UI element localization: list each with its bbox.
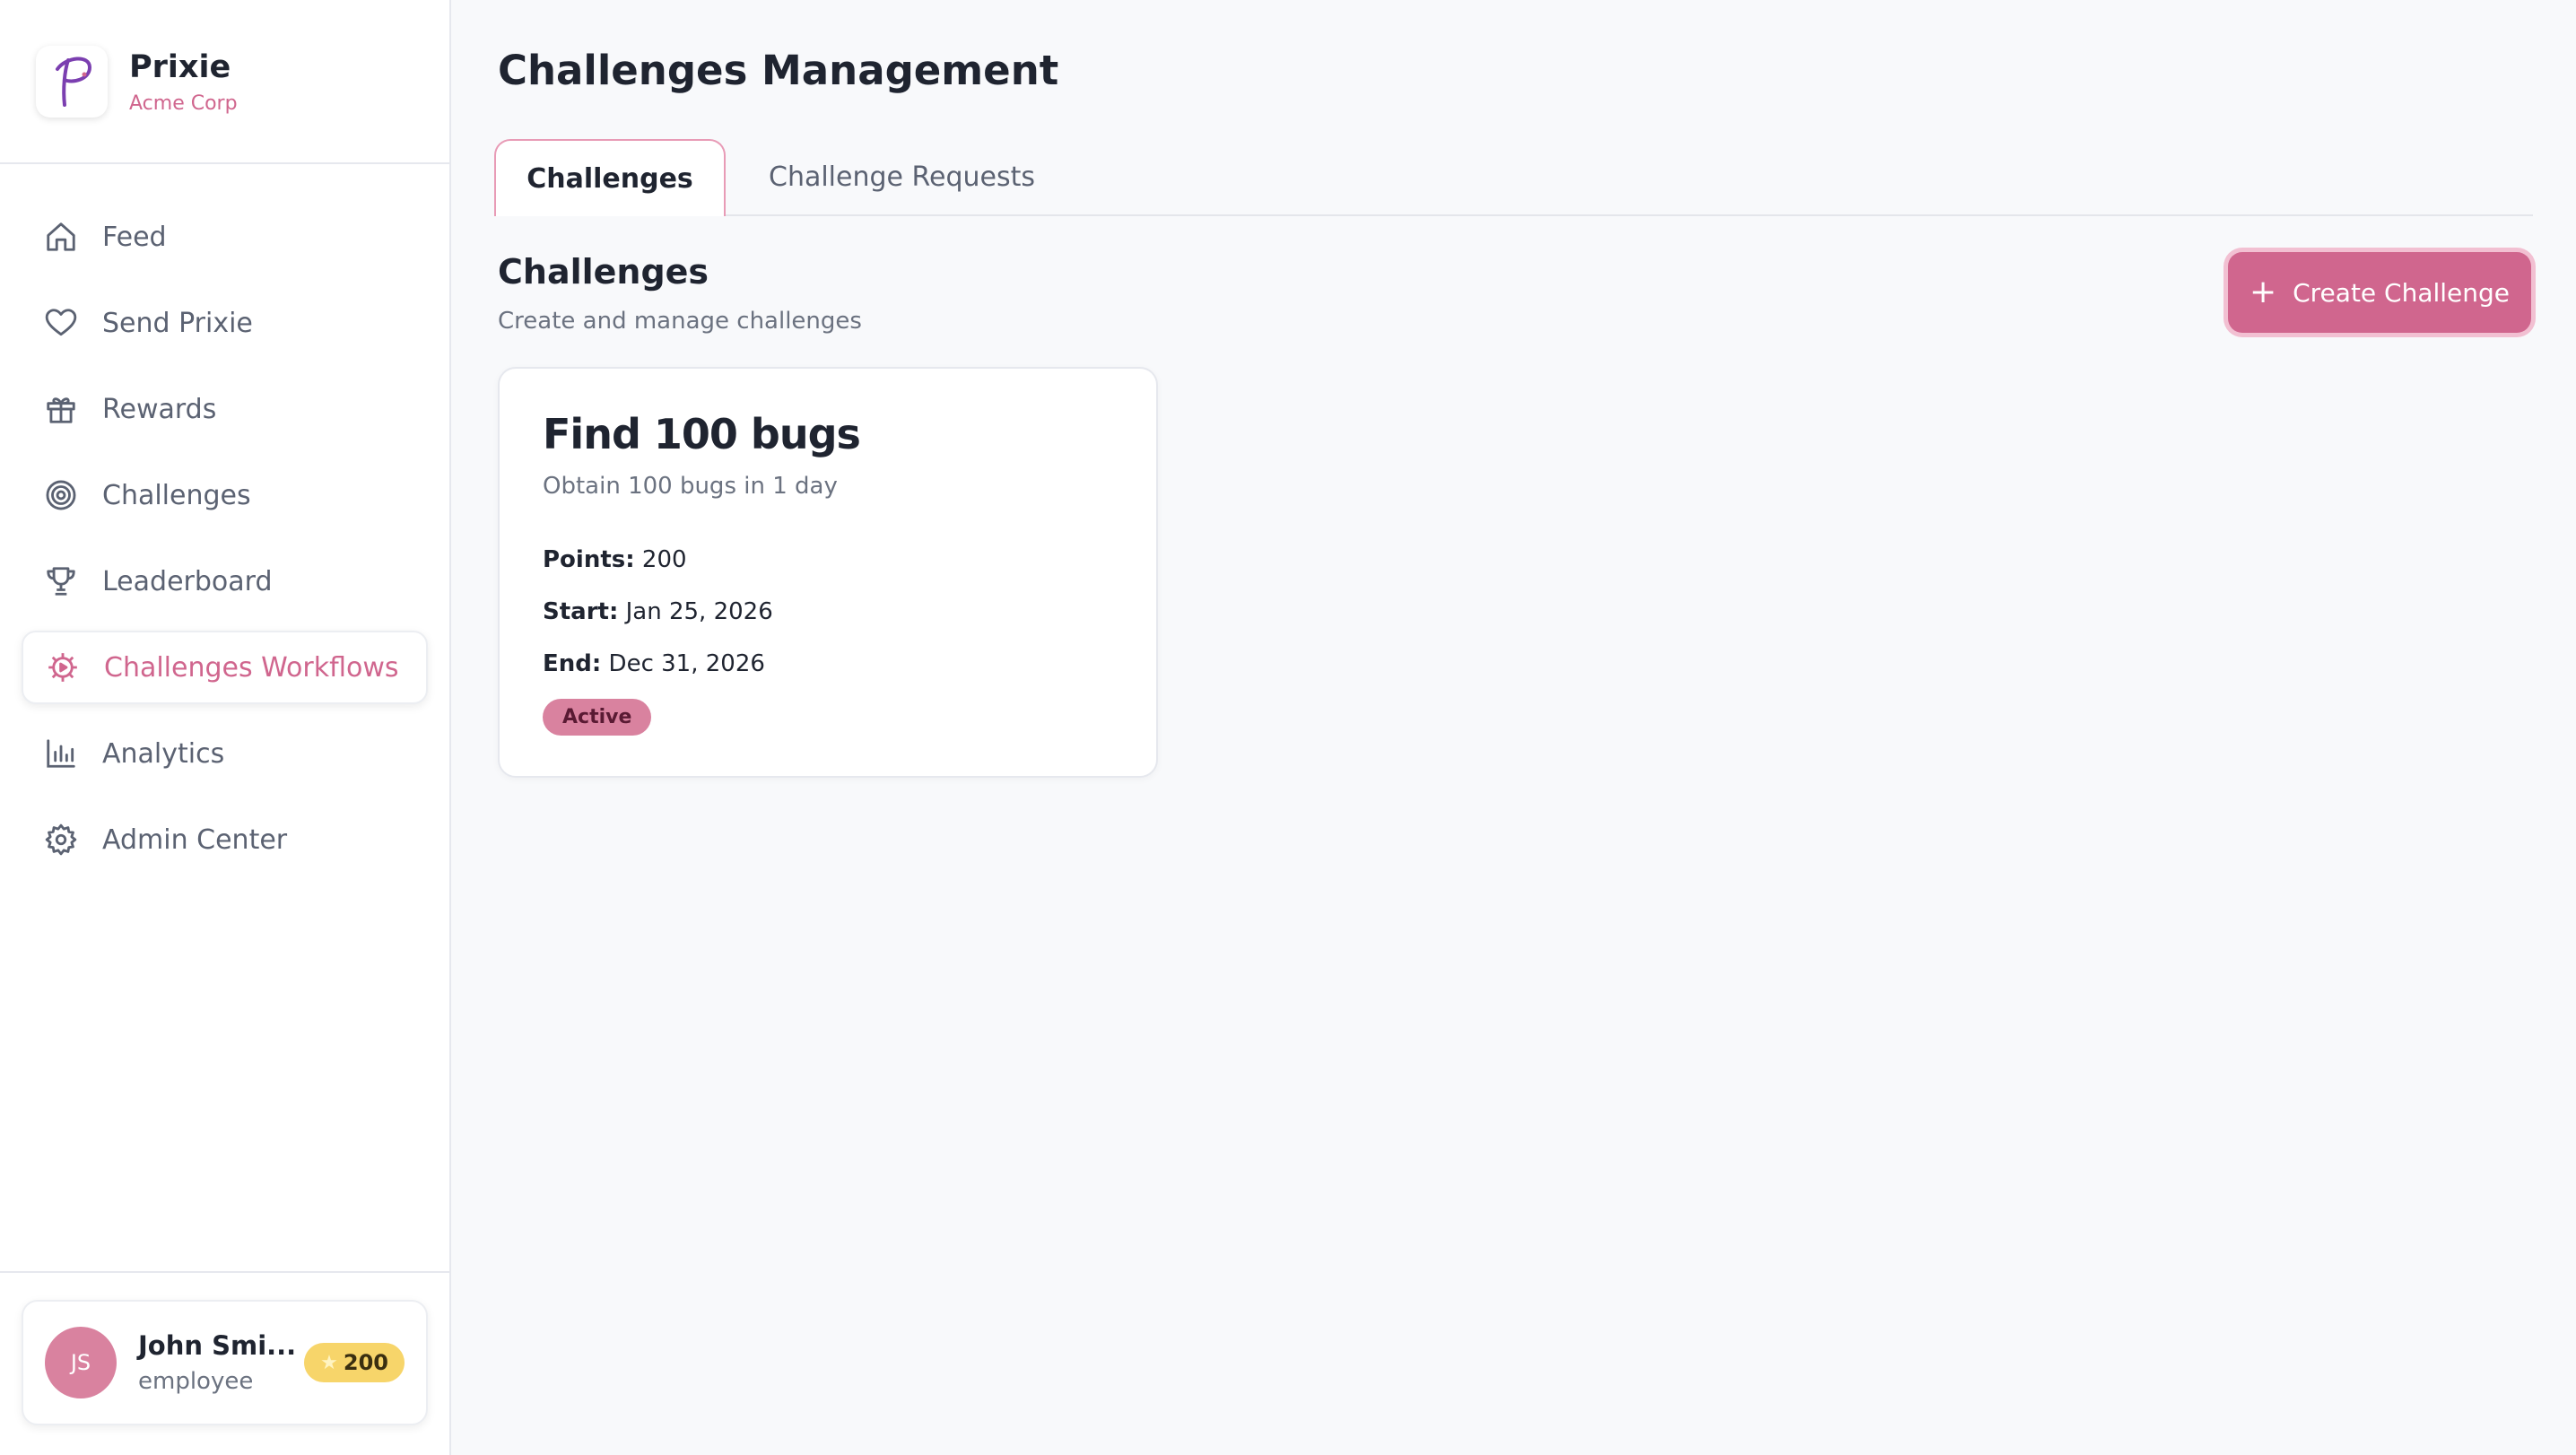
start-value: Jan 25, 2026	[625, 598, 773, 625]
sidebar-item-label: Challenges	[102, 479, 251, 511]
challenge-start: Start: Jan 25, 2026	[543, 598, 1113, 625]
end-value: Dec 31, 2026	[608, 650, 765, 677]
brand-org: Acme Corp	[129, 92, 238, 115]
points-value: 200	[641, 546, 687, 573]
sidebar-item-label: Send Prixie	[102, 307, 253, 339]
create-challenge-label: Create Challenge	[2293, 277, 2511, 308]
sidebar-item-label: Admin Center	[102, 823, 288, 856]
sidebar: Prixie Acme Corp Feed Send Prixie Reward…	[0, 0, 451, 1455]
points-label: Points:	[543, 546, 635, 573]
sidebar-item-send-prixie[interactable]: Send Prixie	[22, 286, 428, 360]
points-badge: ★ 200	[304, 1343, 405, 1382]
sidebar-item-label: Leaderboard	[102, 565, 273, 597]
trophy-icon	[43, 563, 79, 599]
plus-icon: +	[2249, 274, 2277, 310]
star-icon: ★	[320, 1351, 338, 1374]
sidebar-item-admin-center[interactable]: Admin Center	[22, 803, 428, 876]
create-challenge-button[interactable]: + Create Challenge	[2228, 252, 2531, 333]
brand-header: Prixie Acme Corp	[0, 0, 449, 164]
challenge-card[interactable]: Find 100 bugs Obtain 100 bugs in 1 day P…	[498, 367, 1158, 778]
tab-bar: Challenges Challenge Requests	[494, 139, 2533, 216]
bar-chart-icon	[43, 736, 79, 771]
challenge-description: Obtain 100 bugs in 1 day	[543, 473, 838, 500]
sidebar-item-label: Rewards	[102, 393, 217, 425]
section-header: Challenges Create and manage challenges …	[494, 252, 2533, 335]
challenge-title: Find 100 bugs	[543, 410, 861, 458]
target-icon	[43, 477, 79, 513]
challenge-points: Points: 200	[543, 546, 1113, 573]
sidebar-nav: Feed Send Prixie Rewards Challenges Lead…	[0, 164, 449, 876]
start-label: Start:	[543, 598, 619, 625]
section-subtitle: Create and manage challenges	[498, 308, 862, 335]
points-value: 200	[343, 1350, 388, 1375]
sidebar-item-leaderboard[interactable]: Leaderboard	[22, 545, 428, 618]
user-role: employee	[138, 1368, 254, 1395]
page-title: Challenges Management	[498, 47, 1059, 94]
tab-challenges[interactable]: Challenges	[494, 139, 726, 216]
sidebar-item-label: Analytics	[102, 737, 225, 770]
sidebar-item-challenges-workflows[interactable]: Challenges Workflows	[22, 631, 428, 704]
user-name: John Smi...	[138, 1330, 297, 1361]
prixie-logo[interactable]	[36, 45, 108, 118]
settings-icon	[43, 822, 79, 858]
sidebar-item-feed[interactable]: Feed	[22, 200, 428, 274]
sidebar-item-challenges[interactable]: Challenges	[22, 458, 428, 532]
end-label: End:	[543, 650, 602, 677]
challenge-end: End: Dec 31, 2026	[543, 650, 1113, 677]
status-badge: Active	[543, 699, 652, 736]
user-card[interactable]: JS John Smi... employee ★ 200	[22, 1300, 428, 1425]
main-content: Challenges Management Challenges Challen…	[451, 0, 2576, 1455]
sidebar-item-label: Challenges Workflows	[104, 651, 399, 684]
gear-icon	[45, 649, 81, 685]
avatar: JS	[45, 1327, 117, 1398]
user-area: JS John Smi... employee ★ 200	[0, 1271, 449, 1455]
sidebar-item-analytics[interactable]: Analytics	[22, 717, 428, 790]
home-icon	[43, 219, 79, 255]
section-title: Challenges	[498, 252, 709, 292]
sidebar-item-rewards[interactable]: Rewards	[22, 372, 428, 446]
brand-name: Prixie	[129, 49, 231, 85]
tab-challenge-requests[interactable]: Challenge Requests	[726, 139, 1078, 214]
sidebar-item-label: Feed	[102, 221, 167, 253]
gift-icon	[43, 391, 79, 427]
heart-icon	[43, 305, 79, 341]
